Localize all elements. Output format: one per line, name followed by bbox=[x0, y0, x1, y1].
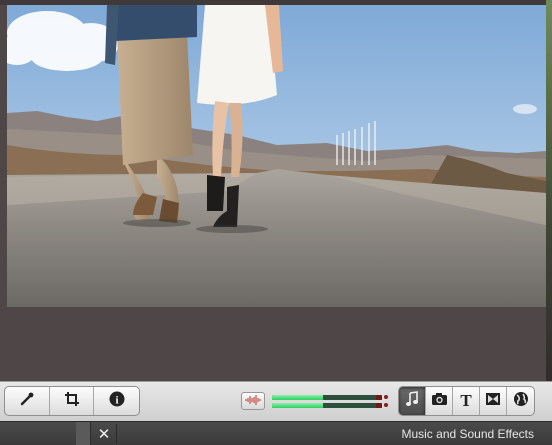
transitions-button[interactable] bbox=[480, 387, 507, 415]
magic-wand-icon bbox=[19, 391, 35, 411]
titles-button[interactable]: T bbox=[453, 387, 480, 415]
audio-clip-indicator-right bbox=[384, 403, 388, 407]
audio-clip-indicator-left bbox=[384, 395, 388, 399]
imovie-window: i T ✕ Music and Sound Effects bbox=[0, 0, 552, 445]
globe-icon bbox=[513, 391, 529, 411]
info-glyph: i bbox=[115, 395, 118, 407]
music-note-icon bbox=[405, 391, 419, 411]
video-viewer[interactable] bbox=[7, 5, 546, 307]
crop-button[interactable] bbox=[50, 387, 95, 415]
close-library-button[interactable]: ✕ bbox=[92, 424, 117, 443]
audio-meter-left bbox=[272, 395, 382, 400]
adjust-tools-group: i bbox=[4, 386, 140, 416]
info-icon: i bbox=[109, 391, 125, 411]
audio-level-meters bbox=[272, 394, 389, 409]
audio-meter-right-peak bbox=[376, 403, 382, 408]
audio-meter-left-fill bbox=[272, 395, 323, 400]
audio-skimming-button[interactable] bbox=[241, 392, 265, 410]
video-frame bbox=[7, 5, 546, 307]
audio-meter-right bbox=[272, 403, 382, 408]
crop-icon bbox=[64, 391, 80, 411]
library-title: Music and Sound Effects bbox=[401, 427, 534, 441]
enhance-wand-button[interactable] bbox=[5, 387, 50, 415]
library-status-bar: ✕ Music and Sound Effects bbox=[0, 421, 552, 445]
maps-button[interactable] bbox=[507, 387, 534, 415]
info-button[interactable]: i bbox=[94, 387, 139, 415]
camera-icon bbox=[431, 392, 448, 410]
photos-button[interactable] bbox=[426, 387, 453, 415]
music-button[interactable] bbox=[399, 387, 426, 415]
text-t-icon: T bbox=[460, 391, 472, 410]
right-edge-panel bbox=[546, 0, 552, 384]
scroll-handle[interactable] bbox=[76, 422, 91, 445]
content-library-group: T bbox=[398, 386, 535, 416]
audio-meter-left-peak bbox=[376, 395, 382, 400]
audio-waveform-icon bbox=[244, 392, 262, 410]
audio-meter-right-fill bbox=[272, 403, 323, 408]
transition-icon bbox=[485, 392, 501, 410]
